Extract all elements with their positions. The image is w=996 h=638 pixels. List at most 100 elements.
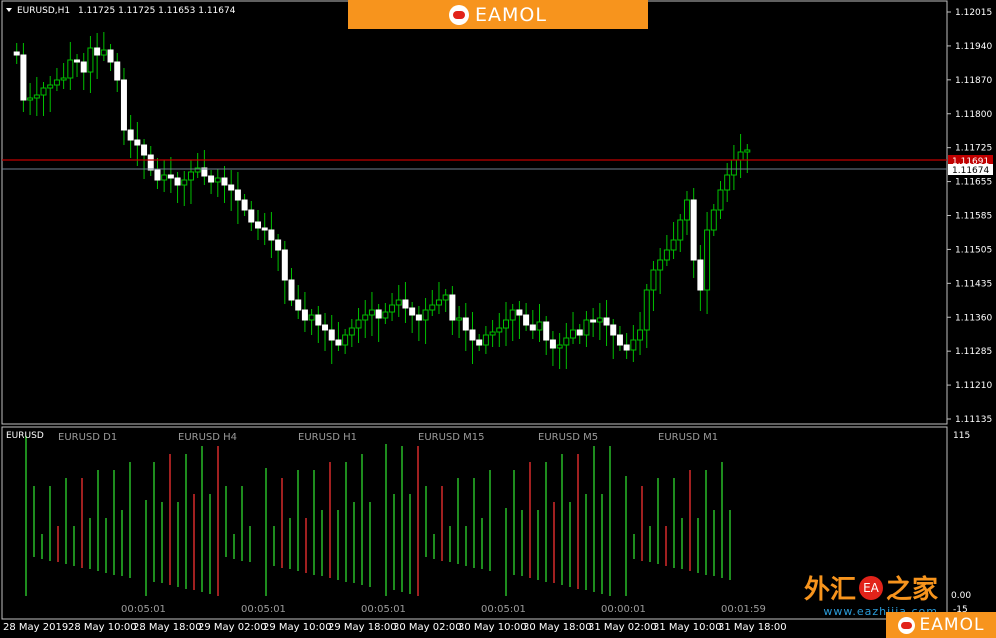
candle-body <box>489 331 496 336</box>
candle-body <box>630 339 637 351</box>
price-tick-label: 1.12015 <box>955 8 992 18</box>
ohlc-header: 1.11725 1.11725 1.11653 1.11674 <box>78 6 236 16</box>
time-axis-label: 30 May 10:00 <box>458 622 527 633</box>
time-axis-label: 28 May 2019 <box>3 622 69 633</box>
watermark-text-1: 外汇 <box>803 575 856 605</box>
candle-body <box>650 269 657 291</box>
candle-body <box>362 314 369 321</box>
candle-body <box>167 174 174 179</box>
candle-body <box>576 329 583 336</box>
candle-body <box>482 334 489 346</box>
timeframe-label: EURUSD D1 <box>58 432 117 443</box>
candle-body <box>134 139 141 146</box>
candle-body <box>616 334 623 346</box>
time-axis-label: 31 May 02:00 <box>588 622 657 633</box>
watermark-logo: 外汇 EA 之家 <box>804 569 938 606</box>
countdown-label: 00:00:01 <box>601 604 646 615</box>
candle-body <box>677 219 684 241</box>
candle-body <box>670 239 677 251</box>
chart-dropdown-icon[interactable] <box>6 8 12 12</box>
candle-body <box>744 149 751 153</box>
time-axis-label: 29 May 02:00 <box>198 622 267 633</box>
indicator-title: EURUSD <box>6 431 44 441</box>
candle-body <box>147 154 154 171</box>
candle-body <box>127 129 134 141</box>
candle-body <box>13 51 20 56</box>
price-tick-label: 1.11800 <box>955 110 992 120</box>
watermark-text-2: 之家 <box>885 575 938 605</box>
candle-body <box>368 309 375 316</box>
candle-body <box>214 177 221 183</box>
bottom-brand-badge: EAMOL <box>886 612 996 638</box>
candle-body <box>248 209 255 223</box>
candle-body <box>342 334 349 346</box>
candle-body <box>389 304 396 313</box>
countdown-labels: 00:05:01 00:05:01 00:05:01 00:05:01 00:00:01… <box>121 604 766 615</box>
candle-body <box>415 314 422 321</box>
candle-body <box>523 314 530 326</box>
candle-body <box>100 49 107 56</box>
top-brand-text: EAMOL <box>475 3 547 26</box>
candle-body <box>549 339 556 349</box>
candle-body <box>47 84 54 89</box>
candles-group <box>13 32 751 369</box>
candle-body <box>697 259 704 291</box>
candle-body <box>543 321 550 341</box>
candle-body <box>442 294 449 301</box>
candle-body <box>107 49 114 63</box>
brand-logo-icon <box>449 4 470 25</box>
candle-body <box>328 329 335 341</box>
candle-body <box>469 329 476 341</box>
candle-body <box>563 337 570 346</box>
price-tick-label: 1.11870 <box>955 76 992 86</box>
candle-body <box>704 229 711 291</box>
candle-body <box>275 239 282 251</box>
candle-body <box>120 79 127 131</box>
time-axis-label: 29 May 10:00 <box>263 622 332 633</box>
candle-body <box>556 344 563 349</box>
top-brand-banner: EAMOL <box>348 0 648 29</box>
countdown-label: 00:05:01 <box>121 604 166 615</box>
candle-body <box>724 174 731 191</box>
candle-body <box>181 179 188 186</box>
candle-body <box>710 209 717 231</box>
candle-body <box>529 324 536 331</box>
candle-body <box>429 304 436 311</box>
main-chart-panel[interactable]: 1.12015 1.11940 1.11870 1.11800 1.11725 1.116… <box>0 0 996 426</box>
time-axis-label: 31 May 10:00 <box>653 622 722 633</box>
indicator-bars-group <box>25 436 731 596</box>
candle-body <box>301 309 308 321</box>
countdown-label: 00:01:59 <box>721 604 766 615</box>
candle-body <box>308 314 315 321</box>
watermark-seal-icon: EA <box>858 575 883 600</box>
candle-body <box>496 327 503 333</box>
price-tick-label: 1.11435 <box>955 279 992 289</box>
price-tick-label: 1.11135 <box>955 415 992 425</box>
candle-body <box>335 339 342 346</box>
candle-body <box>375 309 382 319</box>
candle-body <box>422 309 429 321</box>
candle-body <box>643 289 650 331</box>
candle-body <box>570 329 577 339</box>
countdown-label: 00:05:01 <box>481 604 526 615</box>
countdown-label: 00:05:01 <box>241 604 286 615</box>
candle-body <box>161 174 168 181</box>
candle-body <box>637 329 644 341</box>
time-axis: 28 May 2019 28 May 10:00 28 May 18:00 29 Ma… <box>0 620 996 638</box>
candle-body <box>435 299 442 306</box>
price-tick-label: 1.11585 <box>955 212 992 222</box>
candle-body <box>382 311 389 319</box>
candle-body <box>663 249 670 261</box>
candle-body <box>281 249 288 281</box>
candle-body <box>730 159 737 176</box>
candle-body <box>590 319 597 323</box>
timeframe-label: EURUSD M1 <box>658 432 718 443</box>
candle-body <box>409 307 416 316</box>
main-chart-border <box>1 0 948 425</box>
indicator-scale-zero: 0.00 <box>951 591 971 601</box>
candle-body <box>603 317 610 326</box>
price-chart-svg[interactable]: 1.12015 1.11940 1.11870 1.11800 1.11725 1.116… <box>0 0 996 426</box>
candle-body <box>690 199 697 261</box>
candle-body <box>516 309 523 316</box>
candle-body <box>395 299 402 306</box>
